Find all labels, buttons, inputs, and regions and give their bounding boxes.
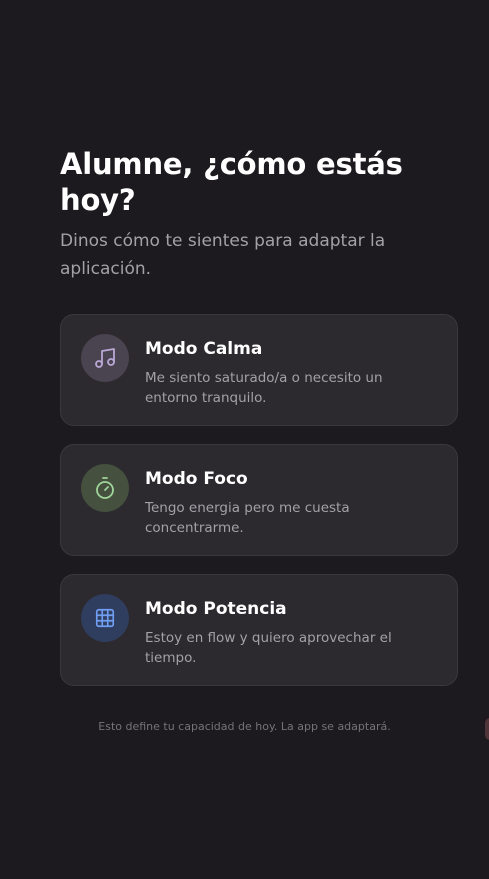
page-subtitle: Dinos cómo te sientes para adaptar la ap…: [60, 231, 386, 279]
mode-card-description: Estoy en flow y quiero aprovechar el tie…: [145, 630, 392, 666]
music-note-icon: [81, 334, 129, 382]
mode-card-description: Me siento saturado/a o necesito un entor…: [145, 370, 383, 406]
mode-card-title: Modo Foco: [145, 469, 248, 489]
mode-card-foco[interactable]: Modo Foco Tengo energia pero me cuesta c…: [60, 444, 458, 556]
stopwatch-icon: [81, 464, 129, 512]
mode-card-title: Modo Calma: [145, 339, 263, 359]
edge-indicator: [485, 718, 489, 740]
footer-note: Esto define tu capacidad de hoy. La app …: [98, 720, 391, 733]
page-title: Alumne, ¿cómo estás hoy?: [60, 147, 403, 217]
mood-selection-screen: Alumne, ¿cómo estás hoy? Dinos cómo te s…: [0, 0, 489, 879]
mode-card-title: Modo Potencia: [145, 599, 287, 619]
mode-card-description: Tengo energia pero me cuesta concentrarm…: [145, 500, 350, 536]
mode-card-potencia[interactable]: Modo Potencia Estoy en flow y quiero apr…: [60, 574, 458, 686]
mode-card-calma[interactable]: Modo Calma Me siento saturado/a o necesi…: [60, 314, 458, 426]
grid-icon: [81, 594, 129, 642]
